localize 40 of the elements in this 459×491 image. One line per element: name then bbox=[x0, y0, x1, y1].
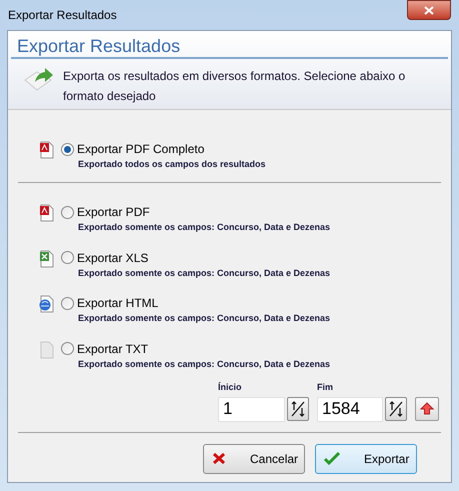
spreadsheet-file-icon bbox=[39, 250, 55, 268]
option-note: Exportado somente os campos: Concurso, Data e Dezenas bbox=[78, 358, 330, 371]
radio-button[interactable] bbox=[61, 251, 74, 264]
field-label: Fim bbox=[317, 381, 334, 394]
web-file-icon bbox=[39, 295, 55, 313]
header-description: Exporta os resultados em diversos formatos. Selecione abaixo o formato desejado bbox=[63, 68, 406, 105]
document-icon bbox=[39, 340, 55, 358]
option-label: Exportar XLS bbox=[77, 250, 148, 266]
close-button[interactable] bbox=[407, 0, 451, 20]
option-label: Exportar PDF bbox=[77, 204, 150, 221]
number-field[interactable]: 1584 bbox=[317, 396, 383, 422]
check-icon bbox=[324, 452, 340, 465]
spin-button[interactable] bbox=[385, 397, 407, 421]
pdf-file-icon bbox=[39, 204, 55, 222]
close-icon bbox=[424, 6, 434, 14]
option-note: Exportado somente os campos: Concurso, Data e Dezenas bbox=[78, 312, 330, 325]
export-icon bbox=[23, 66, 55, 92]
radio-button[interactable] bbox=[61, 296, 74, 310]
option-label: Exportar HTML bbox=[77, 295, 158, 312]
up-arrow-icon bbox=[420, 402, 434, 415]
window-title: Exportar Resultados bbox=[8, 7, 117, 24]
up-arrow-button[interactable] bbox=[415, 396, 439, 420]
pdf-file-icon bbox=[39, 141, 55, 159]
cross-icon bbox=[212, 452, 226, 465]
option-label: Exportar TXT bbox=[77, 340, 148, 358]
spin-button[interactable] bbox=[287, 397, 309, 421]
option-note: Exportado somente os campos: Concurso, Data e Dezenas bbox=[78, 221, 330, 234]
option-label: Exportar PDF Completo bbox=[77, 141, 204, 158]
option-note: Exportado somente os campos: Concurso, Data e Dezenas bbox=[78, 266, 330, 280]
option-note: Exportado todos os campos dos resultados bbox=[78, 158, 266, 171]
radio-button[interactable] bbox=[61, 206, 74, 218]
header-title: Exportar Resultados bbox=[16, 35, 182, 57]
radio-button[interactable] bbox=[61, 142, 74, 156]
up-down-arrows-icon bbox=[388, 400, 404, 418]
up-down-arrows-icon bbox=[290, 400, 306, 418]
field-label: Ínicio bbox=[218, 381, 243, 394]
cancel-button[interactable]: Cancelar bbox=[203, 444, 305, 474]
export-button[interactable]: Exportar bbox=[315, 444, 417, 474]
radio-button[interactable] bbox=[61, 342, 74, 355]
number-field[interactable]: 1 bbox=[218, 396, 285, 422]
